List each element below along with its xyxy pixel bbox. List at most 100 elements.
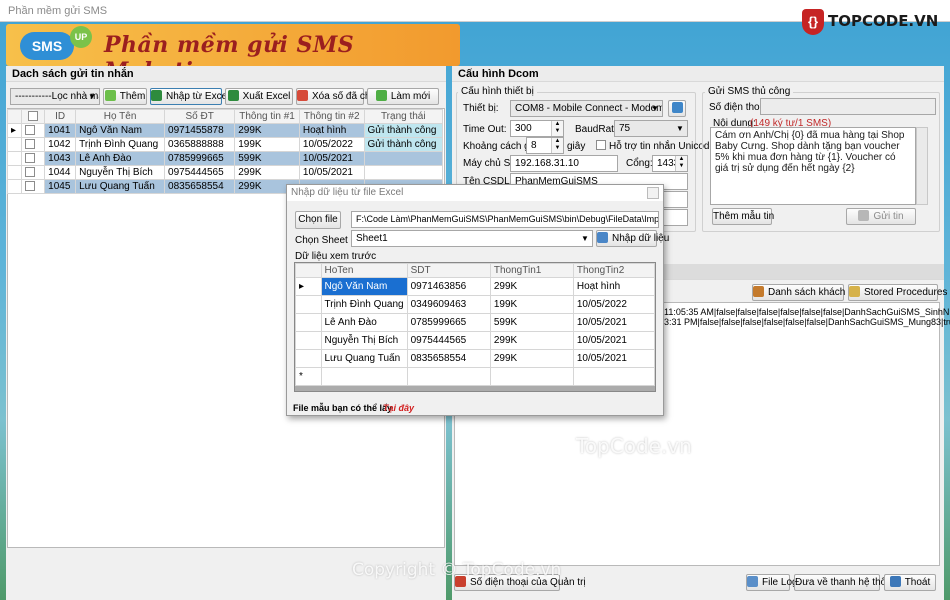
new-row[interactable]: *: [295, 367, 656, 386]
interval-input[interactable]: 8 ▲ ▼: [526, 137, 564, 154]
cell-name[interactable]: Lê Anh Đào: [75, 151, 166, 166]
grid-col-info2[interactable]: Thông tin #2: [298, 109, 365, 124]
select-all-checkbox[interactable]: [28, 111, 39, 122]
cell-phone[interactable]: 0975444565: [164, 165, 236, 180]
cell-phone[interactable]: 0835658554: [164, 179, 236, 194]
row-checkbox[interactable]: [25, 125, 36, 136]
preview-col-info2[interactable]: ThongTin2: [572, 263, 656, 278]
table-row[interactable]: Lê Anh Đào 0785999665 599K 10/05/2021: [295, 313, 656, 332]
minimize-to-tray-button[interactable]: Đưa về thanh hệ thống: [794, 574, 897, 591]
baudrate-select[interactable]: 75 ▼: [614, 120, 688, 137]
cell-info2[interactable]: 10/05/2022: [298, 137, 365, 152]
port-input[interactable]: 1433 ▲ ▼: [652, 155, 688, 172]
device-search-button[interactable]: [668, 100, 686, 117]
network-filter-select[interactable]: -----------Lọc nhà mạng ▼: [10, 88, 100, 105]
row-checkbox[interactable]: [25, 181, 36, 192]
cell-name[interactable]: Trịnh Đình Quang: [320, 295, 408, 314]
exit-button[interactable]: Thoát: [884, 574, 936, 591]
grid-col-name[interactable]: Họ Tên: [75, 109, 166, 124]
grid-col-phone[interactable]: Số ĐT: [164, 109, 236, 124]
grid-col-select[interactable]: [21, 109, 46, 124]
cell-status[interactable]: [363, 165, 444, 180]
refresh-button[interactable]: Làm mới: [367, 88, 439, 105]
table-row[interactable]: Nguyễn Thị Bích 0975444565 299K 10/05/20…: [295, 331, 656, 350]
file-log-button[interactable]: File Log: [746, 574, 798, 591]
cell-name[interactable]: Lưu Quang Tuấn: [320, 349, 408, 368]
cell-phone[interactable]: 0785999665: [406, 313, 491, 332]
grid-col-info1[interactable]: Thông tin #1: [234, 109, 300, 124]
cell-info1[interactable]: 299K: [489, 331, 574, 350]
cell-name[interactable]: Lê Anh Đào: [320, 313, 408, 332]
preview-col-name[interactable]: HoTen: [320, 263, 408, 278]
close-icon[interactable]: [647, 187, 659, 199]
cell-info2[interactable]: Hoạt hình: [572, 277, 656, 296]
manual-message-textarea[interactable]: Cám ơn Anh/Chị {0} đã mua hàng tại Shop …: [710, 127, 916, 205]
sheet-select[interactable]: Sheet1 ▼: [351, 230, 593, 247]
cell-id[interactable]: 1041: [44, 123, 77, 138]
table-row[interactable]: ▸ Ngô Văn Nam 0971463856 299K Hoạt hình: [295, 277, 656, 296]
cell-status[interactable]: Gửi thành công: [363, 137, 444, 152]
add-button[interactable]: Thêm: [103, 88, 147, 105]
cell-info2[interactable]: 10/05/2021: [572, 331, 656, 350]
new-row-cell[interactable]: [489, 367, 574, 386]
cell-status[interactable]: [363, 151, 444, 166]
cell-info2[interactable]: 10/05/2021: [572, 313, 656, 332]
table-row[interactable]: 1043 Lê Anh Đào 0785999665 599K 10/05/20…: [6, 151, 444, 166]
table-row[interactable]: 1042 Trịnh Đình Quang 0365888888 199K 10…: [6, 137, 444, 152]
preview-col-phone[interactable]: SDT: [406, 263, 491, 278]
customer-list-button[interactable]: Danh sách khách hàng: [752, 284, 870, 301]
table-row[interactable]: 1044 Nguyễn Thị Bích 0975444565 299K 10/…: [6, 165, 444, 180]
cell-info1[interactable]: 199K: [234, 137, 300, 152]
cell-phone[interactable]: 0971455878: [164, 123, 236, 138]
sql-server-input[interactable]: 192.168.31.10: [510, 155, 618, 172]
cell-info1[interactable]: 299K: [234, 123, 300, 138]
cell-status[interactable]: Gửi thành công: [363, 123, 444, 138]
preview-col-info1[interactable]: ThongTin1: [489, 263, 574, 278]
cell-phone[interactable]: 0971463856: [406, 277, 491, 296]
cell-name[interactable]: Nguyễn Thị Bích: [75, 165, 166, 180]
cell-info2[interactable]: Hoạt hình: [298, 123, 365, 138]
grid-col-id[interactable]: ID: [44, 109, 77, 124]
new-row-cell[interactable]: [572, 367, 656, 386]
cell-info1[interactable]: 599K: [489, 313, 574, 332]
cell-phone[interactable]: 0785999665: [164, 151, 236, 166]
cell-phone[interactable]: 0349609463: [406, 295, 491, 314]
import-excel-button[interactable]: Nhập từ Excel: [150, 88, 229, 105]
new-row-cell[interactable]: [406, 367, 491, 386]
unicode-checkbox[interactable]: [596, 140, 606, 150]
manual-phone-input[interactable]: [760, 98, 936, 115]
sample-file-link[interactable]: Tại đây: [383, 403, 414, 413]
cell-phone[interactable]: 0365888888: [164, 137, 236, 152]
add-template-button[interactable]: Thêm mẫu tin: [712, 208, 774, 225]
row-checkbox[interactable]: [25, 167, 36, 178]
manual-message-scrollbar[interactable]: [916, 127, 928, 205]
cell-id[interactable]: 1045: [44, 179, 77, 194]
cell-info1[interactable]: 299K: [234, 165, 300, 180]
spinner-icon[interactable]: ▲ ▼: [551, 121, 563, 136]
delete-selected-button[interactable]: Xóa số đã chọn: [296, 88, 382, 105]
cell-id[interactable]: 1044: [44, 165, 77, 180]
row-checkbox-cell[interactable]: [21, 137, 46, 152]
row-checkbox-cell[interactable]: [21, 165, 46, 180]
row-checkbox-cell[interactable]: [21, 151, 46, 166]
cell-info1[interactable]: 299K: [489, 277, 574, 296]
row-checkbox-cell[interactable]: [21, 123, 46, 138]
send-sms-button[interactable]: Gửi tin: [846, 208, 916, 225]
cell-info1[interactable]: 199K: [489, 295, 574, 314]
row-checkbox[interactable]: [25, 139, 36, 150]
cell-name[interactable]: Nguyễn Thị Bích: [320, 331, 408, 350]
cell-info1[interactable]: 599K: [234, 151, 300, 166]
cell-name[interactable]: Trịnh Đình Quang: [75, 137, 166, 152]
row-checkbox[interactable]: [25, 153, 36, 164]
cell-info2[interactable]: 10/05/2021: [298, 151, 365, 166]
spinner-icon[interactable]: ▲ ▼: [675, 156, 687, 171]
cell-name[interactable]: Ngô Văn Nam: [75, 123, 166, 138]
cell-info2[interactable]: 10/05/2021: [298, 165, 365, 180]
table-row[interactable]: ▸ 1041 Ngô Văn Nam 0971455878 299K Hoạt …: [6, 123, 444, 138]
cell-name[interactable]: Lưu Quang Tuấn: [75, 179, 166, 194]
row-checkbox-cell[interactable]: [21, 179, 46, 194]
cell-info2[interactable]: 10/05/2022: [572, 295, 656, 314]
stored-procedures-button[interactable]: Stored Procedures: [848, 284, 947, 301]
export-excel-button[interactable]: Xuất Excel: [225, 88, 293, 105]
spinner-icon[interactable]: ▲ ▼: [551, 138, 563, 153]
